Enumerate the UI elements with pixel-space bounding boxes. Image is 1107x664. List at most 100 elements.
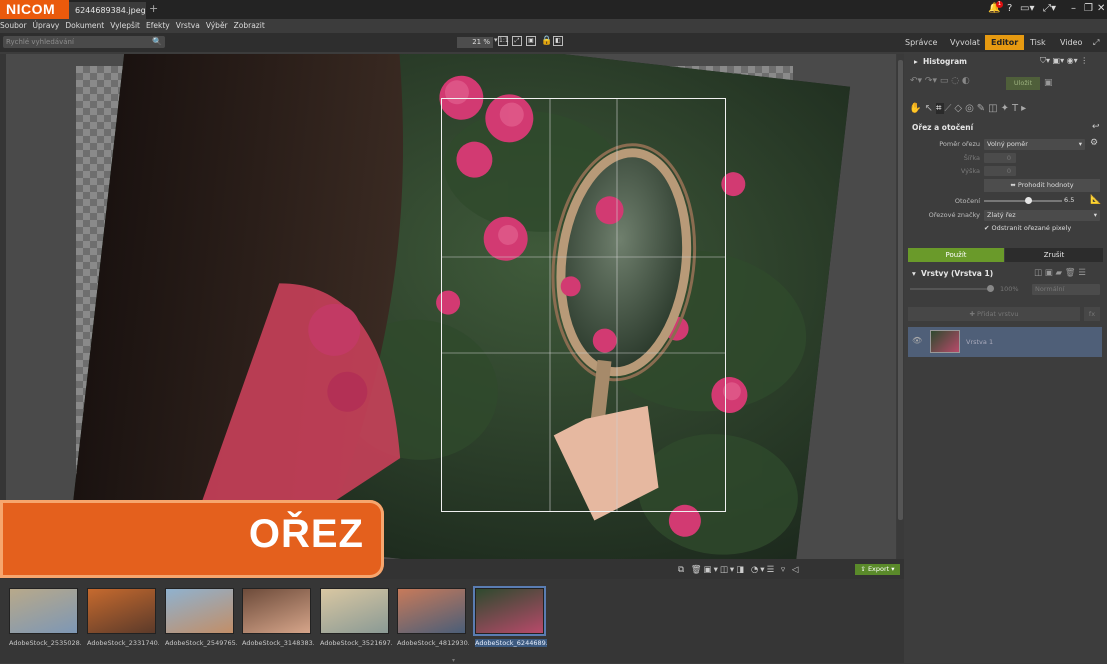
restore-icon[interactable]: ❐: [1084, 3, 1093, 14]
ratio-label: Poměr ořezu: [939, 140, 980, 148]
fit-screen-icon[interactable]: ⤢: [512, 36, 522, 46]
new-tab-button[interactable]: +: [149, 2, 158, 15]
canvas-scrollbar[interactable]: [897, 54, 904, 559]
rotate-label: Otočení: [954, 197, 980, 205]
delete-pixels-checkbox[interactable]: ✔ Odstranit ořezané pixely: [984, 224, 1071, 232]
thumbnail-5[interactable]: [320, 588, 389, 634]
crop-panel-title: Ořez a otočení: [912, 123, 974, 132]
overlay-title: OŘEZ: [248, 512, 364, 556]
rotate-slider[interactable]: [984, 197, 1062, 204]
filmstrip-tools-icon[interactable]: ⧉ 🗑▣▾◫▾◨ ◔▾☰ ▿ ◁: [678, 565, 800, 575]
search-placeholder: Rychlé vyhledávání: [6, 38, 74, 46]
histogram-header[interactable]: ▸ Histogram: [914, 57, 967, 66]
zoom-dropdown-icon[interactable]: ▾: [494, 36, 498, 44]
menu-efekty[interactable]: Efekty: [146, 21, 170, 30]
width-label: Šířka: [963, 154, 980, 162]
height-field[interactable]: 0: [984, 166, 1016, 176]
opacity-slider-knob[interactable]: [987, 285, 994, 292]
thumbnail-caption: AdobeStock_3148383...: [242, 639, 314, 647]
zoom-field[interactable]: 21 %: [457, 37, 493, 48]
file-tab[interactable]: 6244689384.jpeg: [69, 2, 146, 19]
opacity-slider[interactable]: [910, 285, 994, 292]
thumbnail-caption: AdobeStock_2331740...: [87, 639, 159, 647]
straighten-icon[interactable]: 📐: [1090, 195, 1101, 205]
thumbnail-2[interactable]: [87, 588, 156, 634]
menu-dokument[interactable]: Dokument: [65, 21, 104, 30]
ratio-select[interactable]: Volný poměr ▾: [984, 139, 1085, 150]
rotate-slider-knob[interactable]: [1024, 197, 1032, 204]
search-icon[interactable]: 🔍: [152, 36, 162, 48]
layer-name: Vrstva 1: [966, 338, 994, 346]
menu-bar: Soubor Úpravy Dokument Vylepšit Efekty Vrstva…: [0, 19, 265, 33]
menu-soubor[interactable]: Soubor: [0, 21, 27, 30]
thumbnail-6[interactable]: [397, 588, 466, 634]
height-label: Výška: [960, 167, 980, 175]
layer-row[interactable]: 👁 Vrstva 1: [908, 327, 1102, 357]
title-overlay: OŘEZ: [0, 500, 384, 578]
help-icon[interactable]: ?: [1007, 3, 1012, 14]
thumbnail-caption: AdobeStock_2549765...: [165, 639, 237, 647]
tab-tisk[interactable]: Tisk: [1030, 35, 1046, 50]
tool-strip: ✋↖⌗⟋◇◎✎◫✦T▸: [909, 103, 1030, 114]
thumbnail-4[interactable]: [242, 588, 311, 634]
save-button[interactable]: Uložit: [1006, 77, 1040, 90]
rotate-value[interactable]: 6.5: [1064, 196, 1074, 204]
thumbnail-7[interactable]: [473, 586, 546, 636]
app-logo: NICOM: [0, 0, 69, 19]
crop-rectangle[interactable]: [441, 98, 726, 512]
tab-video[interactable]: Video: [1060, 35, 1082, 50]
tab-vyvolat[interactable]: Vyvolat: [950, 35, 980, 50]
notification-badge: 1: [996, 1, 1003, 8]
layers-header[interactable]: ▾ Vrstvy (Vrstva 1): [912, 269, 993, 278]
apply-button[interactable]: Použít: [908, 248, 1004, 262]
fullscreen-icon[interactable]: ⤢▾: [1043, 3, 1056, 14]
histogram-tools-icon[interactable]: ⛉▾ ▣▾ ◉▾ ⋮: [1040, 56, 1088, 66]
guides-select[interactable]: Zlatý řez ▾: [984, 210, 1100, 221]
thumbnail-caption: AdobeStock_2535028...: [9, 639, 81, 647]
save-options-icon[interactable]: ▣: [1044, 78, 1053, 88]
opacity-value[interactable]: 100%: [1000, 285, 1019, 293]
undo-icon[interactable]: ↶▾ ↷▾ ▭ ◌ ◐: [910, 76, 970, 86]
golden-ratio-guides: [442, 99, 725, 511]
menu-zobrazit[interactable]: Zobrazit: [234, 21, 265, 30]
add-layer-button[interactable]: ✚ Přidat vrstvu: [908, 307, 1080, 321]
menu-upravy[interactable]: Úpravy: [33, 21, 60, 30]
gear-icon[interactable]: ⚙: [1090, 138, 1098, 148]
menu-vylepsit[interactable]: Vylepšit: [110, 21, 140, 30]
close-icon[interactable]: ✕: [1097, 3, 1105, 14]
editor-canvas[interactable]: [6, 54, 896, 559]
eye-icon[interactable]: 👁: [912, 336, 922, 345]
tab-spravce[interactable]: Správce: [905, 35, 937, 50]
compare-icon[interactable]: ◧: [553, 36, 563, 46]
minimize-icon[interactable]: –: [1071, 3, 1076, 14]
title-bar: [0, 0, 1107, 19]
thumbnail-1[interactable]: [9, 588, 78, 634]
cancel-button[interactable]: Zrušit: [1005, 248, 1103, 262]
filmstrip: AdobeStock_2535028... AdobeStock_2331740.…: [0, 579, 904, 664]
menu-vyber[interactable]: Výběr: [206, 21, 228, 30]
lock-icon[interactable]: 🔒: [541, 36, 552, 46]
thumbnail-caption: AdobeStock_6244689...: [475, 639, 547, 647]
mode-tabs: Správce Vyvolat Editor Tisk Video ⤢: [900, 33, 1107, 52]
reset-icon[interactable]: ↩: [1092, 122, 1100, 132]
layer-thumbnail: [930, 330, 960, 353]
expand-icon[interactable]: ⤢: [1093, 35, 1099, 50]
thumbnail-caption: AdobeStock_3521697...: [320, 639, 392, 647]
crop-tool-icon[interactable]: ⌗: [935, 103, 945, 114]
search-input[interactable]: Rychlé vyhledávání 🔍: [3, 36, 165, 48]
fx-button[interactable]: fx: [1084, 307, 1100, 321]
blend-mode-select[interactable]: Normální: [1032, 284, 1100, 295]
thumbnail-caption: AdobeStock_4812930...: [397, 639, 469, 647]
fill-icon[interactable]: ▣: [526, 36, 536, 46]
guides-label: Ořezové značky: [928, 211, 980, 219]
screen-icon[interactable]: ▭▾: [1020, 3, 1034, 14]
right-panel: ▸ Histogram ⛉▾ ▣▾ ◉▾ ⋮ ↶▾ ↷▾ ▭ ◌ ◐ Uloži…: [904, 52, 1107, 663]
export-button[interactable]: ⇪ Export ▾: [855, 564, 900, 575]
thumbnail-3[interactable]: [165, 588, 234, 634]
width-field[interactable]: 0: [984, 153, 1016, 163]
swap-values-button[interactable]: ⬌ Prohodit hodnoty: [984, 179, 1100, 192]
fit-icon[interactable]: 1:1: [498, 36, 509, 46]
layer-tools-icon[interactable]: ◫ ▣ ▰ 🗑 ☰: [1034, 268, 1086, 278]
tab-editor[interactable]: Editor: [985, 35, 1025, 50]
menu-vrstva[interactable]: Vrstva: [176, 21, 200, 30]
